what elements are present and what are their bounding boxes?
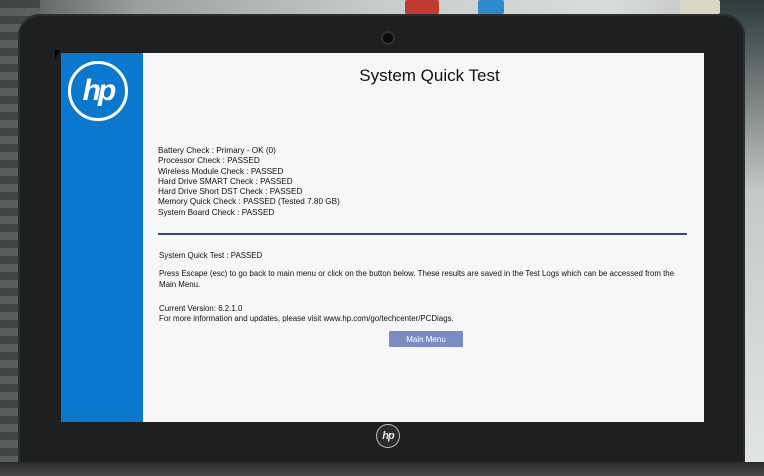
check-results-list: Battery Check : Primary - OK (0) Process… xyxy=(158,146,340,218)
test-summary: System Quick Test : PASSED xyxy=(159,251,263,260)
page-title: System Quick Test xyxy=(359,66,500,85)
instructions-text: Press Escape (esc) to go back to main me… xyxy=(159,269,675,289)
sidebar: hp xyxy=(61,53,143,422)
store-product-top xyxy=(405,0,439,14)
check-result-item: Battery Check : Primary - OK (0) xyxy=(158,146,276,155)
check-result-item: Wireless Module Check : PASSED xyxy=(158,166,284,176)
hp-logo-icon: hp xyxy=(68,61,128,121)
laptop-screen: hp System Quick Test Battery Check : Pri… xyxy=(61,53,704,422)
webcam-icon xyxy=(383,33,393,43)
store-product-top xyxy=(478,0,504,14)
laptop-base xyxy=(0,462,764,476)
divider xyxy=(158,233,687,235)
check-result-item: Hard Drive SMART Check : PASSED xyxy=(158,176,293,186)
more-info-text: For more information and updates, please… xyxy=(159,314,454,323)
mouse-pointer-icon xyxy=(55,50,65,60)
store-product-top xyxy=(680,0,720,14)
check-result-item: Memory Quick Check : PASSED (Tested 7.80… xyxy=(158,197,340,207)
hp-logo-icon: hp xyxy=(376,424,400,448)
check-result-item: System Board Check : PASSED xyxy=(158,207,275,217)
check-result-item: Processor Check : PASSED xyxy=(158,156,260,166)
version-text: Current Version: 6.2.1.0 xyxy=(159,304,243,313)
check-result-item: Hard Drive Short DST Check : PASSED xyxy=(158,187,303,197)
diagnostics-panel: System Quick Test Battery Check : Primar… xyxy=(143,53,704,422)
main-menu-button[interactable]: Main Menu xyxy=(389,331,463,347)
